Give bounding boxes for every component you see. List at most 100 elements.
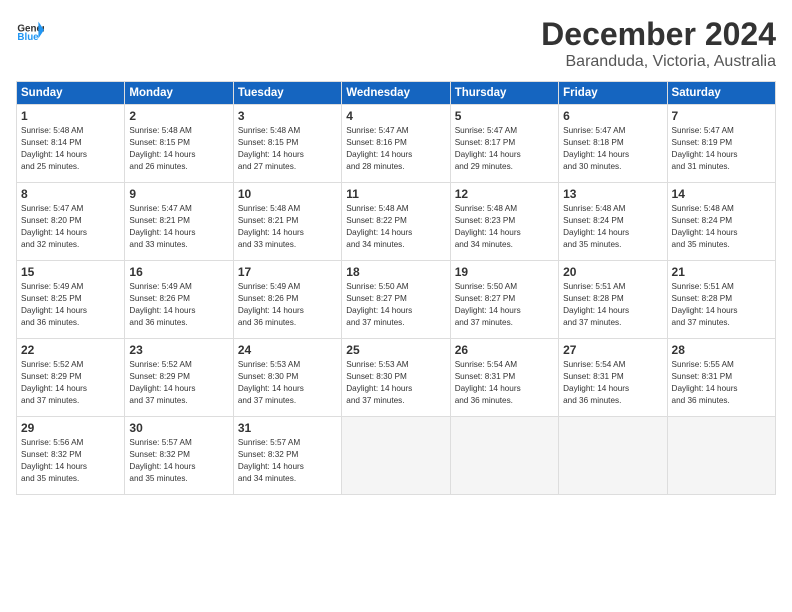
table-row: 17Sunrise: 5:49 AM Sunset: 8:26 PM Dayli… (233, 261, 341, 339)
day-number: 4 (346, 109, 445, 123)
day-info: Sunrise: 5:47 AM Sunset: 8:20 PM Dayligh… (21, 203, 120, 251)
day-info: Sunrise: 5:47 AM Sunset: 8:21 PM Dayligh… (129, 203, 228, 251)
col-monday: Monday (125, 82, 233, 105)
table-row (667, 417, 775, 495)
day-number: 1 (21, 109, 120, 123)
day-number: 23 (129, 343, 228, 357)
table-row: 12 Sunrise: 5:48 AM Sunset: 8:23 PM Dayli… (450, 183, 558, 261)
day-info: Sunrise: 5:48 AM Sunset: 8:24 PM Dayligh… (563, 203, 662, 251)
table-row: 18 Sunrise: 5:50 AM Sunset: 8:27 PM Dayli… (342, 261, 450, 339)
day-number: 7 (672, 109, 771, 123)
table-row: 21 Sunrise: 5:51 AM Sunset: 8:28 PM Dayli… (667, 261, 775, 339)
table-row: 30 Sunrise: 5:57 AM Sunset: 8:32 PM Dayli… (125, 417, 233, 495)
calendar-week-row: 8 Sunrise: 5:47 AM Sunset: 8:20 PM Daylig… (17, 183, 776, 261)
table-row: 6 Sunrise: 5:47 AM Sunset: 8:18 PM Daylig… (559, 105, 667, 183)
day-number: 3 (238, 109, 337, 123)
table-row (342, 417, 450, 495)
calendar-week-row: 22 Sunrise: 5:52 AM Sunset: 8:29 PM Dayli… (17, 339, 776, 417)
calendar-week-row: 29Sunrise: 5:56 AM Sunset: 8:32 PM Dayli… (17, 417, 776, 495)
table-row: 20 Sunrise: 5:51 AM Sunset: 8:28 PM Dayli… (559, 261, 667, 339)
day-number: 17 (238, 265, 337, 279)
day-number: 6 (563, 109, 662, 123)
subtitle: Baranduda, Victoria, Australia (541, 53, 776, 71)
day-number: 16 (129, 265, 228, 279)
day-info: Sunrise: 5:50 AM Sunset: 8:27 PM Dayligh… (455, 281, 554, 329)
col-sunday: Sunday (17, 82, 125, 105)
day-info: Sunrise: 5:47 AM Sunset: 8:17 PM Dayligh… (455, 125, 554, 173)
day-number: 11 (346, 187, 445, 201)
table-row: 1 Sunrise: 5:48 AM Sunset: 8:14 PM Daylig… (17, 105, 125, 183)
day-info: Sunrise: 5:54 AM Sunset: 8:31 PM Dayligh… (563, 359, 662, 407)
day-number: 22 (21, 343, 120, 357)
calendar-week-row: 1 Sunrise: 5:48 AM Sunset: 8:14 PM Daylig… (17, 105, 776, 183)
table-row: 29Sunrise: 5:56 AM Sunset: 8:32 PM Dayli… (17, 417, 125, 495)
page: General Blue December 2024 Baranduda, Vi… (0, 0, 792, 612)
day-info: Sunrise: 5:57 AM Sunset: 8:32 PM Dayligh… (238, 437, 337, 485)
day-number: 12 (455, 187, 554, 201)
table-row: 10 Sunrise: 5:48 AM Sunset: 8:21 PM Dayli… (233, 183, 341, 261)
day-info: Sunrise: 5:52 AM Sunset: 8:29 PM Dayligh… (129, 359, 228, 407)
day-number: 28 (672, 343, 771, 357)
table-row: 22 Sunrise: 5:52 AM Sunset: 8:29 PM Dayli… (17, 339, 125, 417)
day-number: 8 (21, 187, 120, 201)
table-row: 27Sunrise: 5:54 AM Sunset: 8:31 PM Dayli… (559, 339, 667, 417)
col-saturday: Saturday (667, 82, 775, 105)
day-number: 18 (346, 265, 445, 279)
table-row: 28 Sunrise: 5:55 AM Sunset: 8:31 PM Dayli… (667, 339, 775, 417)
day-info: Sunrise: 5:48 AM Sunset: 8:15 PM Dayligh… (238, 125, 337, 173)
day-info: Sunrise: 5:49 AM Sunset: 8:25 PM Dayligh… (21, 281, 120, 329)
day-info: Sunrise: 5:55 AM Sunset: 8:31 PM Dayligh… (672, 359, 771, 407)
table-row: 19 Sunrise: 5:50 AM Sunset: 8:27 PM Dayli… (450, 261, 558, 339)
day-info: Sunrise: 5:54 AM Sunset: 8:31 PM Dayligh… (455, 359, 554, 407)
col-friday: Friday (559, 82, 667, 105)
day-info: Sunrise: 5:48 AM Sunset: 8:23 PM Dayligh… (455, 203, 554, 251)
day-info: Sunrise: 5:47 AM Sunset: 8:16 PM Dayligh… (346, 125, 445, 173)
day-info: Sunrise: 5:56 AM Sunset: 8:32 PM Dayligh… (21, 437, 120, 485)
day-number: 19 (455, 265, 554, 279)
table-row: 9Sunrise: 5:47 AM Sunset: 8:21 PM Daylig… (125, 183, 233, 261)
day-info: Sunrise: 5:51 AM Sunset: 8:28 PM Dayligh… (563, 281, 662, 329)
table-row (559, 417, 667, 495)
day-info: Sunrise: 5:51 AM Sunset: 8:28 PM Dayligh… (672, 281, 771, 329)
day-number: 21 (672, 265, 771, 279)
day-number: 2 (129, 109, 228, 123)
day-number: 25 (346, 343, 445, 357)
day-number: 30 (129, 421, 228, 435)
day-info: Sunrise: 5:53 AM Sunset: 8:30 PM Dayligh… (346, 359, 445, 407)
day-number: 24 (238, 343, 337, 357)
table-row: 4 Sunrise: 5:47 AM Sunset: 8:16 PM Daylig… (342, 105, 450, 183)
day-info: Sunrise: 5:47 AM Sunset: 8:18 PM Dayligh… (563, 125, 662, 173)
day-info: Sunrise: 5:48 AM Sunset: 8:14 PM Dayligh… (21, 125, 120, 173)
col-tuesday: Tuesday (233, 82, 341, 105)
day-info: Sunrise: 5:47 AM Sunset: 8:19 PM Dayligh… (672, 125, 771, 173)
day-number: 13 (563, 187, 662, 201)
day-number: 14 (672, 187, 771, 201)
table-row: 13 Sunrise: 5:48 AM Sunset: 8:24 PM Dayli… (559, 183, 667, 261)
header: General Blue December 2024 Baranduda, Vi… (16, 16, 776, 71)
day-number: 20 (563, 265, 662, 279)
day-number: 10 (238, 187, 337, 201)
table-row: 8 Sunrise: 5:47 AM Sunset: 8:20 PM Daylig… (17, 183, 125, 261)
table-row: 3 Sunrise: 5:48 AM Sunset: 8:15 PM Daylig… (233, 105, 341, 183)
day-number: 15 (21, 265, 120, 279)
table-row: 31Sunrise: 5:57 AM Sunset: 8:32 PM Dayli… (233, 417, 341, 495)
table-row: 15 Sunrise: 5:49 AM Sunset: 8:25 PM Dayli… (17, 261, 125, 339)
table-row: 5 Sunrise: 5:47 AM Sunset: 8:17 PM Daylig… (450, 105, 558, 183)
day-info: Sunrise: 5:52 AM Sunset: 8:29 PM Dayligh… (21, 359, 120, 407)
logo: General Blue (16, 16, 44, 44)
table-row: 2 Sunrise: 5:48 AM Sunset: 8:15 PM Daylig… (125, 105, 233, 183)
col-thursday: Thursday (450, 82, 558, 105)
day-number: 5 (455, 109, 554, 123)
calendar-header-row: Sunday Monday Tuesday Wednesday Thursday… (17, 82, 776, 105)
table-row: 25 Sunrise: 5:53 AM Sunset: 8:30 PM Dayli… (342, 339, 450, 417)
svg-text:Blue: Blue (17, 32, 39, 43)
table-row: 14Sunrise: 5:48 AM Sunset: 8:24 PM Dayli… (667, 183, 775, 261)
col-wednesday: Wednesday (342, 82, 450, 105)
day-info: Sunrise: 5:48 AM Sunset: 8:15 PM Dayligh… (129, 125, 228, 173)
day-info: Sunrise: 5:53 AM Sunset: 8:30 PM Dayligh… (238, 359, 337, 407)
table-row: 7 Sunrise: 5:47 AM Sunset: 8:19 PM Daylig… (667, 105, 775, 183)
day-info: Sunrise: 5:48 AM Sunset: 8:21 PM Dayligh… (238, 203, 337, 251)
table-row: 23 Sunrise: 5:52 AM Sunset: 8:29 PM Dayli… (125, 339, 233, 417)
day-info: Sunrise: 5:57 AM Sunset: 8:32 PM Dayligh… (129, 437, 228, 485)
day-info: Sunrise: 5:50 AM Sunset: 8:27 PM Dayligh… (346, 281, 445, 329)
